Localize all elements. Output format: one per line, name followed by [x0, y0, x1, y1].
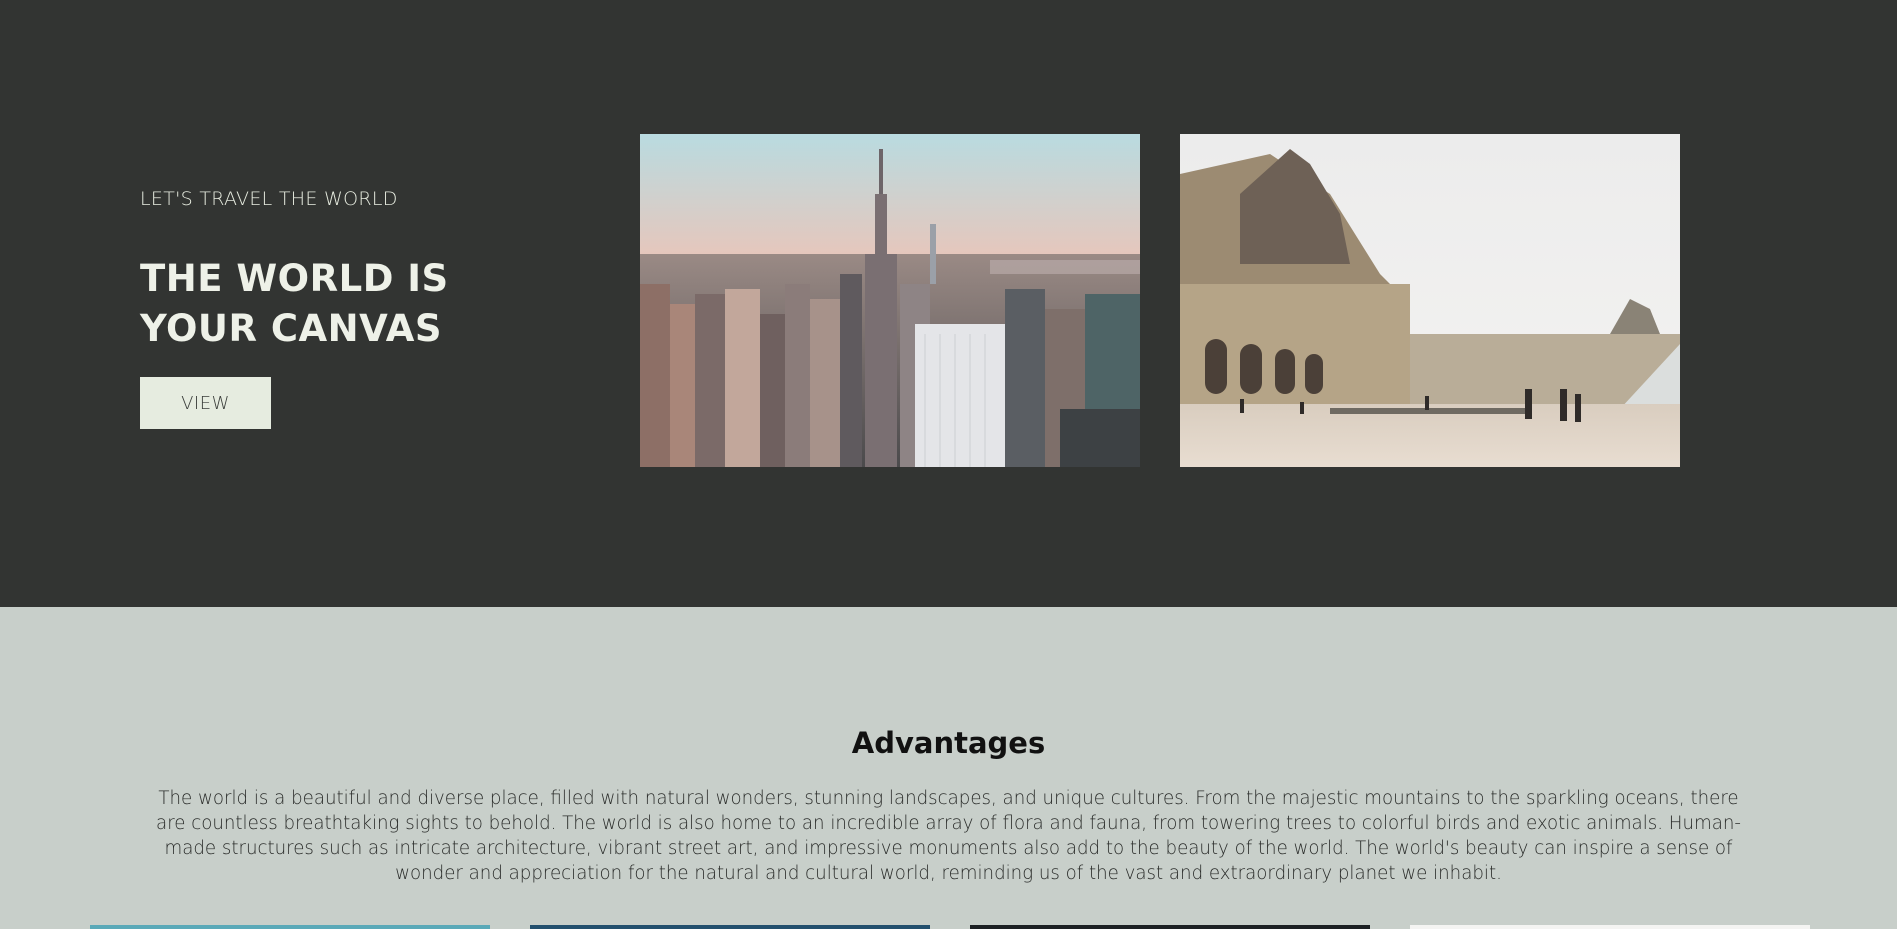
- hero-title: THE WORLD IS YOUR CANVAS: [140, 257, 449, 350]
- new-york-skyline-photo: [640, 134, 1140, 467]
- advantages-title: Advantages: [851, 726, 1046, 760]
- hero-section: LET'S TRAVEL THE WORLD THE WORLD IS YOUR…: [0, 0, 1897, 607]
- gallery-thumbnail[interactable]: [1410, 925, 1810, 929]
- gallery-thumbnail[interactable]: [530, 925, 930, 929]
- gallery-thumbnail[interactable]: [970, 925, 1370, 929]
- advantages-description: The world is a beautiful and diverse pla…: [156, 788, 1741, 884]
- view-button[interactable]: VIEW: [140, 377, 271, 429]
- gallery-thumbnail[interactable]: [90, 925, 490, 929]
- hero-tagline: LET'S TRAVEL THE WORLD: [140, 188, 398, 210]
- louvre-palace-photo: [1180, 134, 1680, 467]
